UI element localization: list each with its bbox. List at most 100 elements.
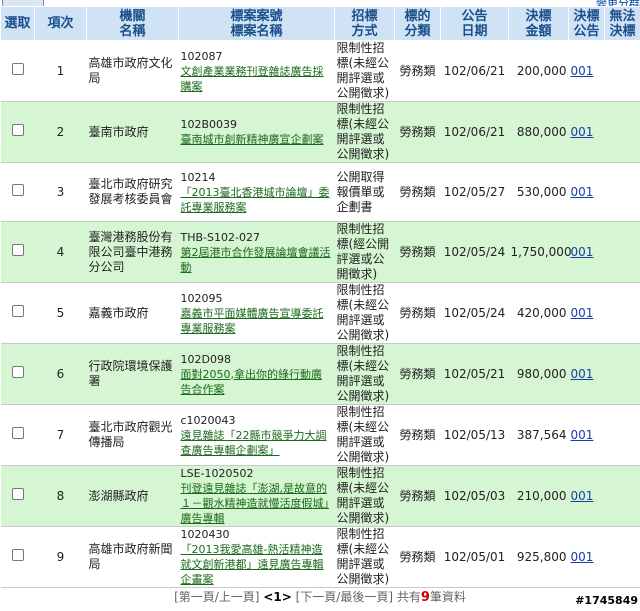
table-row: 7 臺北市政府觀光傳播局 c1020043 遠見雜誌「22縣市競爭力大調查廣告專輯企劃… [0, 404, 640, 466]
row-category: 勞務類 [394, 404, 441, 466]
row-case-code: 102B0039 [180, 118, 238, 131]
row-award-link[interactable]: 001 [571, 245, 594, 259]
row-fail-cell [604, 40, 640, 102]
row-award-link[interactable]: 001 [571, 185, 594, 199]
row-award-link[interactable]: 001 [571, 428, 594, 442]
row-case-code: LSE-1020502 [180, 467, 254, 480]
row-select-cell [0, 343, 35, 405]
row-category: 勞務類 [394, 101, 441, 163]
row-award-cell: 001 [568, 465, 605, 527]
row-fail-cell [604, 465, 640, 527]
row-case: 102087 文創產業業務刊登雜誌廣告採購案 [178, 40, 335, 102]
row-amount: 200,000 [508, 40, 569, 102]
row-fail-cell [604, 526, 640, 588]
row-case-title-link[interactable]: 「2013臺北香港城市論壇」委託專業服務案 [181, 186, 330, 214]
row-award-cell: 001 [568, 221, 605, 283]
row-checkbox[interactable] [11, 244, 24, 256]
row-date: 102/06/21 [440, 40, 509, 102]
row-agency: 臺北市政府觀光傳播局 [86, 404, 179, 466]
row-case-code: 102087 [180, 49, 223, 63]
row-fail-cell [604, 221, 640, 283]
table-row: 3 臺北市政府研究發展考核委員會 10214 「2013臺北香港城市論壇」委託專業服務… [0, 162, 640, 222]
row-checkbox[interactable] [11, 366, 24, 378]
row-checkbox[interactable] [11, 63, 24, 75]
row-award-link[interactable]: 001 [571, 64, 594, 78]
row-select-cell [0, 221, 35, 283]
row-select-cell [0, 101, 35, 163]
row-seq: 2 [34, 101, 87, 163]
row-case: 1020430 「2013我愛高雄-熱活精神造就文創新港都」遠見廣告專輯企畫案 [178, 526, 335, 588]
table-row: 8 澎湖縣政府 LSE-1020502 刊登遠見雜誌「澎湖,是故意的１－觀水精神造就慢… [0, 465, 640, 527]
table-row: 5 嘉義市政府 102095 嘉義市平面媒體廣告宣導委託專業服務案 限制性招標(未經公開… [0, 282, 640, 344]
row-award-link[interactable]: 001 [571, 367, 594, 381]
row-fail-cell [604, 162, 640, 222]
row-agency: 高雄市政府文化局 [86, 40, 179, 102]
row-checkbox[interactable] [11, 488, 24, 500]
row-checkbox[interactable] [11, 184, 24, 196]
total-prefix: 共有 [396, 590, 421, 604]
row-amount: 420,000 [508, 282, 569, 344]
row-case-title-link[interactable]: 刊登遠見雜誌「澎湖,是故意的１－觀水精神造就慢活度假城」廣告專輯 [181, 482, 330, 525]
row-seq: 9 [34, 526, 87, 588]
row-fail-cell [604, 404, 640, 466]
row-case-title-link[interactable]: 「2013我愛高雄-熱活精神造就文創新港都」遠見廣告專輯企畫案 [181, 543, 324, 586]
row-amount: 1,750,000 [508, 221, 572, 283]
header-method: 招標 方式 [334, 6, 395, 41]
row-amount: 387,564 [508, 404, 569, 466]
row-case: 102095 嘉義市平面媒體廣告宣導委託專業服務案 [178, 282, 335, 344]
row-date: 102/05/24 [440, 221, 509, 283]
header-fail: 無法 決標 [604, 6, 640, 41]
row-date: 102/05/13 [440, 404, 509, 466]
row-case-title-link[interactable]: 嘉義市平面媒體廣告宣導委託專業服務案 [181, 307, 324, 335]
row-method: 限制性招標(未經公開評選或公開徵求) [334, 101, 395, 163]
row-case-code: 102D098 [180, 352, 231, 366]
row-case-title-link[interactable]: 面對2050,拿出你的綠行動廣告合作案 [181, 368, 323, 396]
row-select-cell [0, 282, 35, 344]
row-agency: 臺北市政府研究發展考核委員會 [86, 162, 179, 222]
row-select-cell [0, 465, 35, 527]
row-agency: 臺南市政府 [86, 101, 179, 163]
row-award-cell: 001 [568, 162, 605, 222]
row-date: 102/06/21 [440, 101, 509, 163]
header-date: 公告 日期 [440, 6, 509, 41]
table-row: 9 高雄市政府新聞局 1020430 「2013我愛高雄-熱活精神造就文創新港都」遠見… [0, 526, 640, 588]
row-case-title-link[interactable]: 遠見雜誌「22縣市競爭力大調查廣告專輯企劃案」 [181, 429, 327, 457]
row-category: 勞務類 [394, 162, 441, 222]
row-amount: 980,000 [508, 343, 569, 405]
row-checkbox[interactable] [11, 305, 24, 317]
row-method: 限制性招標(未經公開評選或公開徵求) [334, 343, 395, 405]
row-date: 102/05/01 [440, 526, 509, 588]
table-header: 選取 項次 機關 名稱 標案案號 標案名稱 招標 方式 標的 分類 公告 日期 … [0, 6, 640, 41]
row-date: 102/05/03 [440, 465, 509, 527]
row-award-link[interactable]: 001 [571, 489, 594, 503]
row-case-code: 10214 [180, 170, 216, 184]
first-prev-page-link[interactable]: [第一頁/上一頁] [174, 590, 259, 604]
row-date: 102/05/27 [440, 162, 509, 222]
row-award-link[interactable]: 001 [571, 125, 594, 139]
row-case-code: 1020430 [180, 528, 230, 541]
header-select: 選取 [0, 6, 35, 41]
row-checkbox[interactable] [11, 549, 24, 561]
row-case-title-link[interactable]: 臺南城市創新精神廣宣企劃案 [181, 133, 324, 146]
row-seq: 4 [34, 221, 87, 283]
row-case-title-link[interactable]: 文創產業業務刊登雜誌廣告採購案 [181, 65, 324, 93]
row-category: 勞務類 [394, 221, 441, 283]
table-row: 4 臺灣港務股份有限公司臺中港務分公司 THB-S102-027 第2屆港市合作發展論… [0, 221, 640, 283]
row-checkbox[interactable] [11, 427, 24, 439]
row-agency: 高雄市政府新聞局 [86, 526, 179, 588]
table-row: 2 臺南市政府 102B0039 臺南城市創新精神廣宣企劃案 限制性招標(未經公開評選或… [0, 101, 640, 163]
row-award-link[interactable]: 001 [571, 306, 594, 320]
row-method: 限制性招標(未經公開評選或公開徵求) [334, 404, 395, 466]
row-case: THB-S102-027 第2屆港市合作發展論壇會議活動 [178, 221, 335, 283]
row-case-title-link[interactable]: 第2屆港市合作發展論壇會議活動 [181, 246, 331, 274]
row-method: 限制性招標(未經公開評選或公開徵求) [334, 40, 395, 102]
watermark: #1745849 [575, 594, 638, 607]
row-checkbox[interactable] [11, 124, 24, 136]
row-award-cell: 001 [568, 404, 605, 466]
row-agency: 臺灣港務股份有限公司臺中港務分公司 [86, 221, 179, 283]
row-seq: 8 [34, 465, 87, 527]
current-page[interactable]: <1> [263, 590, 291, 604]
row-award-link[interactable]: 001 [571, 550, 594, 564]
next-last-page-link[interactable]: [下一頁/最後一頁] [296, 590, 393, 604]
row-fail-cell [604, 343, 640, 405]
